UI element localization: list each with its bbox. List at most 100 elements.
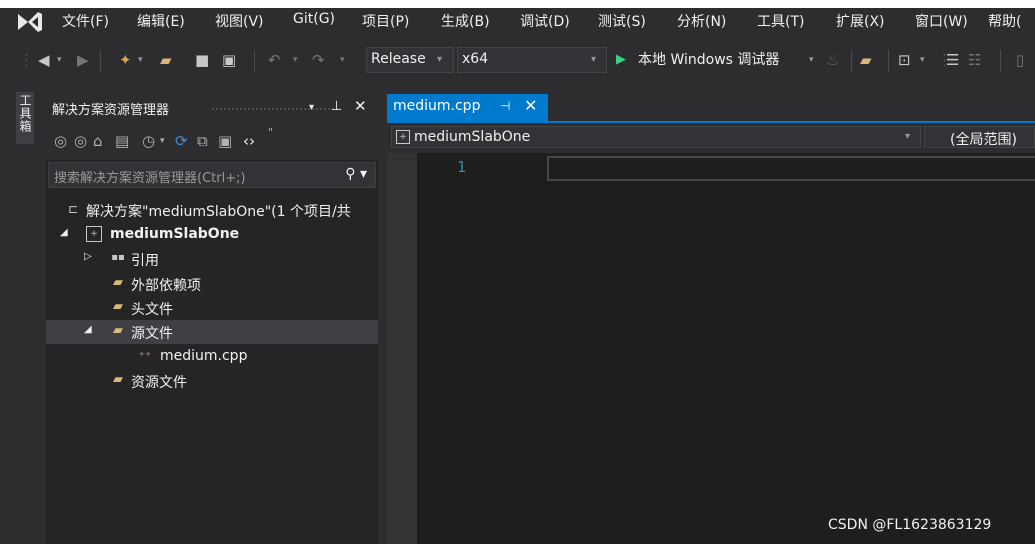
collapsed-arrow-icon[interactable]: ▷: [84, 251, 92, 262]
navigate-back-icon[interactable]: ◀: [38, 50, 50, 70]
tree-item-label: 外部依赖项: [131, 278, 201, 294]
expanded-arrow-icon[interactable]: ◢: [84, 324, 92, 335]
menu-file[interactable]: 文件(F): [62, 11, 109, 31]
switch-views-icon[interactable]: ▤: [115, 132, 129, 150]
save-icon[interactable]: ■: [195, 50, 209, 70]
menu-tools[interactable]: 工具(T): [757, 11, 804, 31]
code-editor[interactable]: 1: [387, 153, 1035, 544]
filter-folder-icon: ▰: [113, 372, 123, 387]
indent-icon[interactable]: ☰: [946, 50, 959, 70]
current-line-highlight: [547, 156, 1035, 181]
standard-toolbar: ⋮ ◀ ▾ ▶ ✦ ▾ ▰ ■ ▣ ↶ ▾ ↷ ▾ Release ▾ x64 …: [0, 36, 1035, 86]
solution-explorer-title: 解决方案资源管理器: [52, 103, 170, 118]
global-scope-value: (全局范围): [950, 132, 1017, 148]
visual-studio-logo-icon: [18, 12, 42, 32]
platform-dropdown[interactable]: x64 ▾: [457, 47, 607, 73]
new-project-icon[interactable]: ✦: [119, 50, 132, 70]
undo-icon[interactable]: ↶: [268, 50, 281, 70]
navigation-bar: + mediumSlabOne ▾ (全局范围): [387, 123, 1035, 153]
outdent-icon[interactable]: ☷: [968, 50, 981, 70]
overflow-icon[interactable]: ": [268, 126, 273, 139]
panel-splitter[interactable]: [378, 94, 387, 544]
window-position-dropdown-icon[interactable]: ▾: [309, 102, 314, 113]
menu-bar: 文件(F) 编辑(E) 视图(V) Git(G) 项目(P) 生成(B) 调试(…: [0, 8, 1035, 36]
start-debugging-button[interactable]: 本地 Windows 调试器: [638, 50, 779, 70]
search-icon[interactable]: ⚲ ▾: [345, 166, 367, 182]
project-scope-value: mediumSlabOne: [414, 129, 531, 145]
chevron-down-icon: ▾: [904, 131, 910, 142]
tree-item-resource-files[interactable]: ▰ 资源文件: [46, 369, 378, 393]
menu-window[interactable]: 窗口(W): [915, 11, 968, 31]
toolbar-grip-icon: ⋮: [19, 51, 34, 69]
menu-view[interactable]: 视图(V): [215, 11, 264, 31]
menu-edit[interactable]: 编辑(E): [137, 11, 185, 31]
tree-item-header-files[interactable]: ▰ 头文件: [46, 296, 378, 320]
tree-item-external-dependencies[interactable]: ▰ 外部依赖项: [46, 272, 378, 296]
tree-item-source-files[interactable]: ◢ ▰ 源文件: [46, 320, 378, 344]
pin-tab-icon[interactable]: ⊣: [500, 99, 510, 113]
project-scope-dropdown[interactable]: + mediumSlabOne ▾: [391, 126, 921, 148]
start-debugging-icon[interactable]: ▶: [616, 50, 626, 70]
solution-explorer-panel: 解决方案资源管理器 ▾ ⊥ ✕ ◎ ◎ ⌂ ▤ ◷ ▾ ⟳ ⧉ ▣ ‹› " 搜…: [46, 94, 378, 544]
expanded-arrow-icon[interactable]: ◢: [60, 227, 68, 238]
back-dropdown-icon[interactable]: ▾: [57, 50, 62, 70]
references-icon: ▪▪: [111, 252, 125, 263]
layout-dropdown-icon[interactable]: ▾: [920, 50, 925, 70]
tree-item-medium-cpp[interactable]: ⁺⁺ medium.cpp: [46, 345, 378, 369]
tree-item-project[interactable]: ◢ + mediumSlabOne: [46, 223, 378, 247]
menu-help[interactable]: 帮助(: [988, 11, 1021, 31]
hot-reload-icon[interactable]: ♨: [826, 50, 839, 70]
chevron-down-icon: ▾: [591, 54, 597, 65]
menu-extensions[interactable]: 扩展(X): [836, 11, 885, 31]
menu-build[interactable]: 生成(B): [441, 11, 490, 31]
navigate-forward-icon[interactable]: ▶: [77, 50, 89, 70]
filter-folder-icon: ▰: [113, 323, 123, 338]
line-number: 1: [457, 158, 467, 176]
undo-dropdown-icon[interactable]: ▾: [293, 50, 298, 70]
configuration-dropdown[interactable]: Release ▾: [366, 47, 454, 73]
menu-project[interactable]: 项目(P): [362, 11, 409, 31]
preview-selected-icon[interactable]: ‹›: [243, 132, 255, 150]
titlebar-grip: [211, 107, 341, 111]
back-icon[interactable]: ◎: [54, 132, 67, 150]
home-icon[interactable]: ⌂: [93, 132, 103, 150]
pin-icon[interactable]: ⊥: [331, 99, 342, 114]
solution-explorer-search[interactable]: 搜索解决方案资源管理器(Ctrl+;) ⚲ ▾: [48, 162, 376, 188]
comment-icon[interactable]: ▯: [1016, 50, 1024, 70]
forward-icon[interactable]: ◎: [74, 132, 87, 150]
toolbox-rail: 工具箱: [0, 86, 45, 544]
menu-test[interactable]: 测试(S): [598, 11, 646, 31]
menu-analyze[interactable]: 分析(N): [677, 11, 726, 31]
sync-icon[interactable]: ⟳: [175, 132, 188, 150]
tab-label: medium.cpp: [393, 98, 481, 114]
show-all-files-icon[interactable]: ▣: [218, 132, 232, 150]
tree-item-label: 引用: [131, 253, 159, 269]
close-icon[interactable]: ✕: [354, 97, 367, 115]
save-all-icon[interactable]: ▣: [222, 50, 236, 70]
tree-item-solution[interactable]: ⊏ 解决方案"mediumSlabOne"(1 个项目/共: [46, 198, 378, 222]
watermark: CSDN @FL1623863129: [828, 517, 992, 533]
debug-target-dropdown-icon[interactable]: ▾: [809, 50, 814, 70]
tree-item-label: 头文件: [131, 302, 173, 318]
collapse-all-icon[interactable]: ⧉: [197, 132, 208, 150]
filter-dropdown-icon[interactable]: ▾: [160, 136, 165, 146]
new-dropdown-icon[interactable]: ▾: [138, 50, 143, 70]
close-tab-icon[interactable]: ✕: [524, 96, 537, 115]
toolbar-separator: [100, 50, 101, 72]
menu-git[interactable]: Git(G): [293, 11, 335, 27]
tab-medium-cpp[interactable]: medium.cpp ⊣ ✕: [387, 94, 548, 122]
platform-value: x64: [462, 51, 489, 67]
open-file-icon[interactable]: ▰: [160, 50, 172, 70]
global-scope-dropdown[interactable]: (全局范围): [924, 126, 1035, 148]
pending-changes-filter-icon[interactable]: ◷: [142, 132, 155, 150]
find-in-files-icon[interactable]: ▰: [860, 50, 872, 70]
menu-debug[interactable]: 调试(D): [520, 11, 570, 31]
redo-icon[interactable]: ↷: [312, 50, 325, 70]
search-placeholder: 搜索解决方案资源管理器(Ctrl+;): [54, 171, 246, 186]
toolbar-separator: [254, 50, 255, 72]
external-deps-icon: ▰: [113, 275, 123, 290]
window-layout-icon[interactable]: ⊡: [898, 50, 911, 70]
toolbar-separator: [888, 50, 889, 72]
tree-item-references[interactable]: ▷ ▪▪ 引用: [46, 247, 378, 271]
redo-dropdown-icon[interactable]: ▾: [340, 50, 345, 70]
